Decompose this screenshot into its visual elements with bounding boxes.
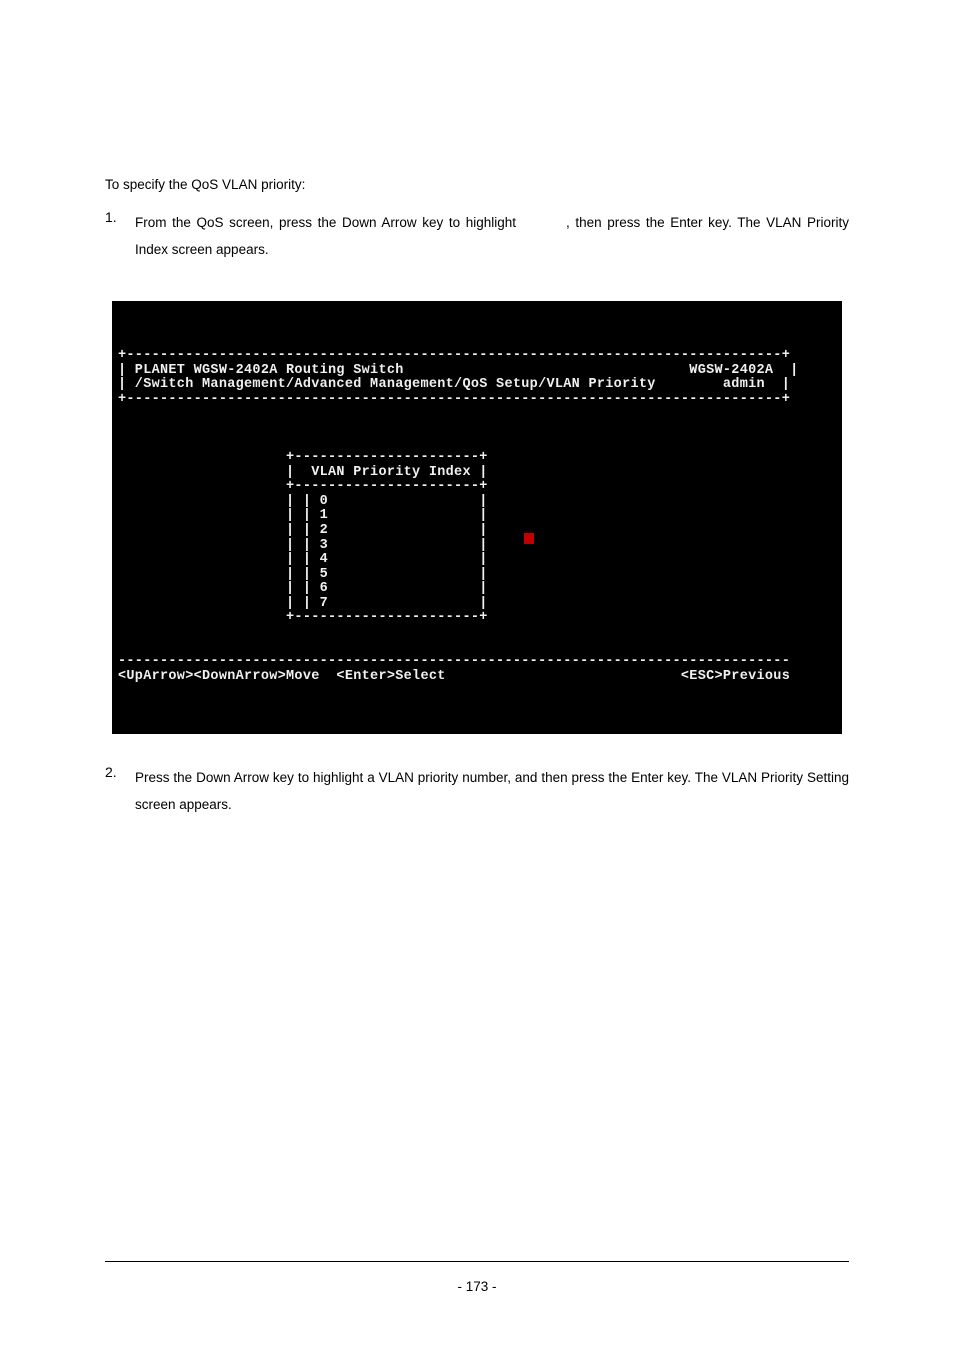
terminal-title: | PLANET WGSW-2402A Routing Switch WGSW-… — [118, 363, 799, 378]
step-2-text: Press the Down Arrow key to highlight a … — [135, 764, 849, 818]
terminal-row-5: | | 5 | — [118, 567, 488, 582]
step-2-number: 2. — [105, 764, 135, 818]
terminal-status: <UpArrow><DownArrow>Move <Enter>Select <… — [118, 669, 790, 684]
step-1-text-part1: From the QoS screen, press the Down Arro… — [135, 215, 516, 230]
page-footer: - 173 - — [0, 1261, 954, 1296]
terminal-box-sep: +----------------------+ — [118, 479, 488, 494]
terminal-sep-mid: +---------------------------------------… — [118, 392, 790, 407]
step-2: 2. Press the Down Arrow key to highlight… — [105, 764, 849, 818]
terminal-cursor — [524, 533, 534, 544]
intro-paragraph: To specify the QoS VLAN priority: — [105, 175, 849, 195]
terminal-path: | /Switch Management/Advanced Management… — [118, 377, 790, 392]
step-1-number: 1. — [105, 209, 135, 263]
terminal-screenshot: +---------------------------------------… — [112, 301, 842, 734]
terminal-box-top: +----------------------+ — [118, 450, 488, 465]
step-1-text: From the QoS screen, press the Down Arro… — [135, 209, 849, 263]
page-number: - 173 - — [457, 1279, 496, 1294]
terminal-row-3: | | 3 | — [118, 538, 488, 553]
terminal-box-bottom: +----------------------+ — [118, 610, 488, 625]
terminal-row-6: | | 6 | — [118, 581, 488, 596]
footer-divider — [105, 1261, 849, 1262]
terminal-row-4: | | 4 | — [118, 552, 488, 567]
step-1: 1. From the QoS screen, press the Down A… — [105, 209, 849, 263]
terminal-row-2: | | 2 | — [118, 523, 488, 538]
terminal-sep-top: +---------------------------------------… — [118, 348, 790, 363]
terminal-row-7: | | 7 | — [118, 596, 488, 611]
terminal-box-header: | VLAN Priority Index | — [118, 465, 488, 480]
terminal-row-1: | | 1 | — [118, 508, 488, 523]
terminal-dashes: ----------------------------------------… — [118, 654, 790, 669]
terminal-row-0: | | 0 | — [118, 494, 488, 509]
